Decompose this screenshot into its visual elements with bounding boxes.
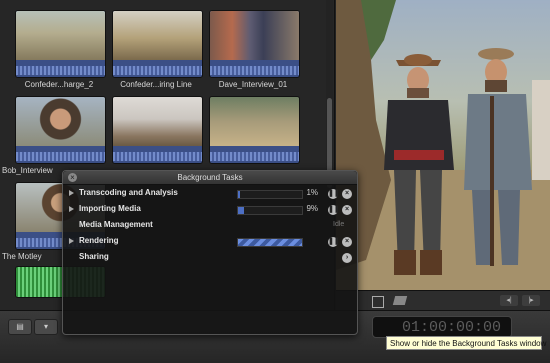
clip-thumbnail-6[interactable] xyxy=(209,96,300,164)
task-status: Idle xyxy=(333,221,345,228)
clip-filter-button[interactable]: ▾ xyxy=(34,319,58,335)
task-row-rendering: Rendering ❚❚ × xyxy=(63,234,357,250)
tooltip: Show or hide the Background Tasks window xyxy=(386,336,546,350)
pause-icon[interactable]: ❚❚ xyxy=(328,189,340,199)
arrow-right-icon[interactable]: › xyxy=(342,253,352,263)
task-percent: 9% xyxy=(306,204,318,213)
task-label: Transcoding and Analysis xyxy=(79,188,178,197)
clip-thumbnail-5[interactable] xyxy=(112,96,203,164)
task-label: Sharing xyxy=(79,252,109,261)
snapping-icon[interactable]: |▸ xyxy=(522,295,540,306)
task-row-transcoding: Transcoding and Analysis 1% ❚❚ × xyxy=(63,186,357,202)
cancel-icon[interactable]: × xyxy=(342,205,352,215)
close-icon[interactable]: × xyxy=(68,173,77,182)
viewer-image xyxy=(336,0,550,290)
distort-icon[interactable] xyxy=(392,296,408,305)
pause-icon[interactable]: ❚❚ xyxy=(328,205,340,215)
viewer-scene xyxy=(336,0,550,290)
clip-label-3: Dave_Interview_01 xyxy=(218,80,288,89)
disclosure-triangle-icon[interactable] xyxy=(69,206,74,212)
task-percent: 1% xyxy=(306,188,318,197)
task-progress-bar xyxy=(237,190,303,199)
clip-label-7: The Motley xyxy=(2,252,42,261)
task-row-importing: Importing Media 9% ❚❚ × xyxy=(63,202,357,218)
disclosure-triangle-icon[interactable] xyxy=(69,238,74,244)
dashboard-timecode[interactable]: 01:00:00:00 xyxy=(372,316,512,338)
clip-thumbnail-2[interactable] xyxy=(112,10,203,78)
task-row-sharing: Sharing › xyxy=(63,250,357,266)
viewer-toolbar: ◂| |▸ xyxy=(336,290,550,311)
clip-label-1: Confeder...harge_2 xyxy=(24,80,94,89)
cancel-icon[interactable]: × xyxy=(342,237,352,247)
task-progress-bar xyxy=(237,206,303,215)
task-progress-bar xyxy=(237,238,303,247)
clip-thumbnail-4[interactable] xyxy=(15,96,106,164)
crop-icon[interactable] xyxy=(372,296,384,308)
background-tasks-window: Background Tasks × Transcoding and Analy… xyxy=(62,170,358,335)
disclosure-triangle-icon[interactable] xyxy=(69,190,74,196)
clip-thumbnail-1[interactable] xyxy=(15,10,106,78)
clip-appearance-button[interactable]: ▤ xyxy=(8,319,32,335)
clip-thumbnail-3[interactable] xyxy=(209,10,300,78)
clip-label-4: Bob_Interview xyxy=(2,166,53,175)
pause-icon[interactable]: ❚❚ xyxy=(328,237,340,247)
background-tasks-title: Background Tasks xyxy=(63,171,357,185)
task-label: Media Management xyxy=(79,220,153,229)
task-label: Rendering xyxy=(79,236,119,245)
cancel-icon[interactable]: × xyxy=(342,189,352,199)
audio-skimming-icon[interactable]: ◂| xyxy=(500,295,518,306)
task-label: Importing Media xyxy=(79,204,141,213)
fcpx-window: Confeder...harge_2 Confeder...iring Line… xyxy=(0,0,550,363)
task-row-media-management: Media Management Idle xyxy=(63,218,357,234)
clip-label-2: Confeder...iring Line xyxy=(120,80,192,89)
